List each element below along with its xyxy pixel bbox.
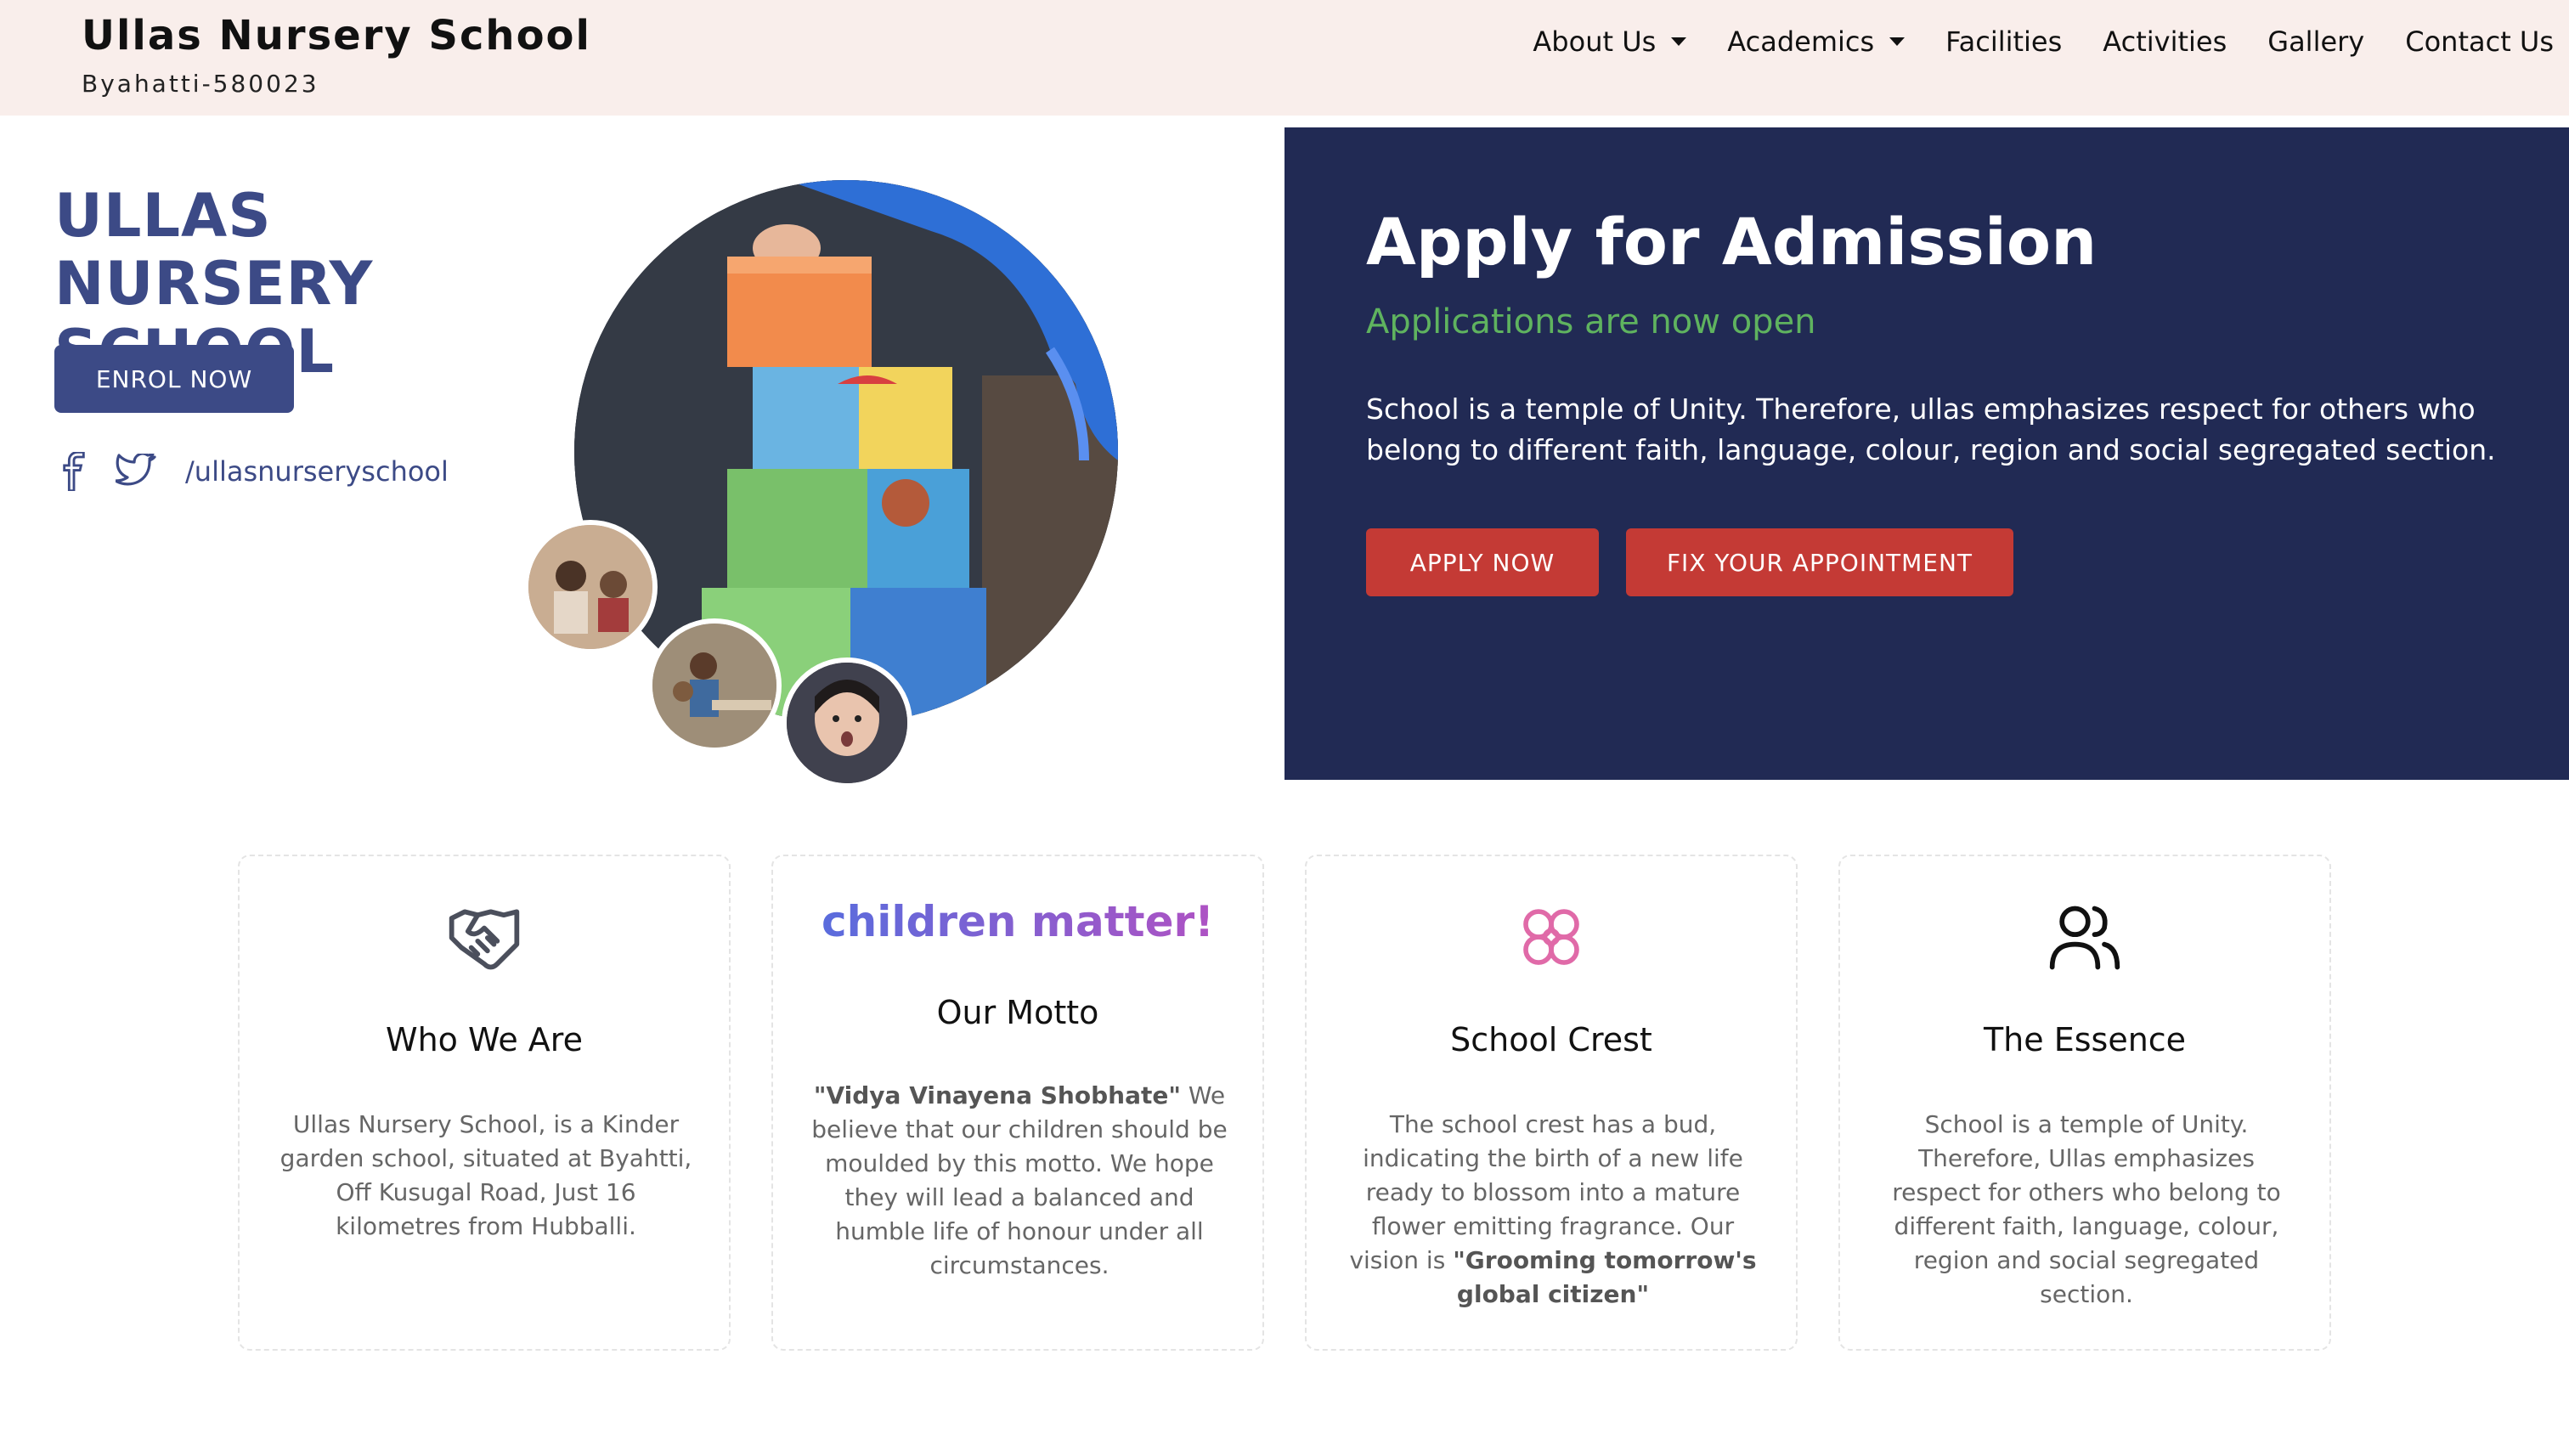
card-body: School is a temple of Unity. Therefore, … (1892, 1110, 2281, 1308)
motto-text: We believe that our children should be m… (811, 1081, 1228, 1279)
gallery-thumbnail[interactable] (523, 520, 658, 654)
admission-title: Apply for Admission (1366, 204, 2098, 279)
site-header: Ullas Nursery School Byahatti-580023 Abo… (0, 0, 2569, 116)
nav-item-gallery[interactable]: Gallery (2267, 25, 2364, 58)
card-who-we-are: Who We Are Ullas Nursery School, is a Ki… (238, 855, 731, 1351)
nav-item-contact-us[interactable]: Contact Us (2405, 25, 2554, 58)
card-our-motto: children matter! Our Motto "Vidya Vinaye… (771, 855, 1264, 1351)
card-title: The Essence (1983, 1021, 2187, 1058)
site-title[interactable]: Ullas Nursery School (82, 12, 591, 59)
fix-appointment-button[interactable]: FIX YOUR APPOINTMENT (1626, 528, 2013, 596)
motto-tagline: children matter! (773, 897, 1262, 946)
motto-quote: "Vidya Vinayena Shobhate" (813, 1081, 1181, 1109)
gallery-thumbnail[interactable] (647, 618, 782, 753)
facebook-icon[interactable] (59, 452, 88, 491)
nav-item-label: Academics (1727, 25, 1875, 58)
flower-icon (1513, 899, 1589, 979)
hero-photo (574, 180, 1118, 724)
nav-item-facilities[interactable]: Facilities (1945, 25, 2062, 58)
social-links: /ullasnurseryschool (54, 452, 449, 491)
card-title: Who We Are (386, 1021, 583, 1058)
enrol-now-button[interactable]: ENROL NOW (54, 345, 294, 413)
social-handle-link[interactable]: /ullasnurseryschool (185, 455, 449, 488)
card-body: "Vidya Vinayena Shobhate" We believe tha… (807, 1079, 1232, 1283)
site-subtitle: Byahatti-580023 (82, 70, 319, 98)
card-body: Ullas Nursery School, is a Kinder garden… (279, 1110, 692, 1240)
crest-vision: "Grooming tomorrow's global citizen" (1453, 1246, 1757, 1308)
nav-item-about-us[interactable]: About Us (1533, 25, 1687, 58)
card-title: Our Motto (936, 994, 1099, 1031)
card-school-crest: School Crest The school crest has a bud,… (1305, 855, 1798, 1351)
nav-item-label: Activities (2103, 25, 2227, 58)
card-title: School Crest (1450, 1021, 1652, 1058)
gallery-thumbnail[interactable] (782, 657, 912, 788)
chevron-down-icon (1889, 37, 1906, 46)
nav-item-label: Gallery (2267, 25, 2365, 58)
handshake-icon (445, 899, 523, 980)
nav-item-activities[interactable]: Activities (2103, 25, 2227, 58)
apply-now-button[interactable]: APPLY NOW (1366, 528, 1599, 596)
nav-item-academics[interactable]: Academics (1727, 25, 1906, 58)
card-the-essence: The Essence School is a temple of Unity.… (1838, 855, 2331, 1351)
admission-description: School is a temple of Unity. Therefore, … (1366, 392, 2496, 466)
card-body: The school crest has a bud, indicating t… (1341, 1108, 1765, 1312)
admission-subtitle: Applications are now open (1366, 302, 1816, 341)
twitter-icon[interactable] (116, 454, 156, 489)
users-icon (2046, 899, 2124, 980)
main-nav: About Us Academics Facilities Activities… (1492, 25, 2554, 58)
nav-item-label: Contact Us (2405, 25, 2554, 58)
nav-item-label: About Us (1533, 25, 1657, 58)
admission-panel: Apply for Admission Applications are now… (1284, 127, 2569, 780)
nav-item-label: Facilities (1945, 25, 2063, 58)
chevron-down-icon (1671, 37, 1687, 46)
